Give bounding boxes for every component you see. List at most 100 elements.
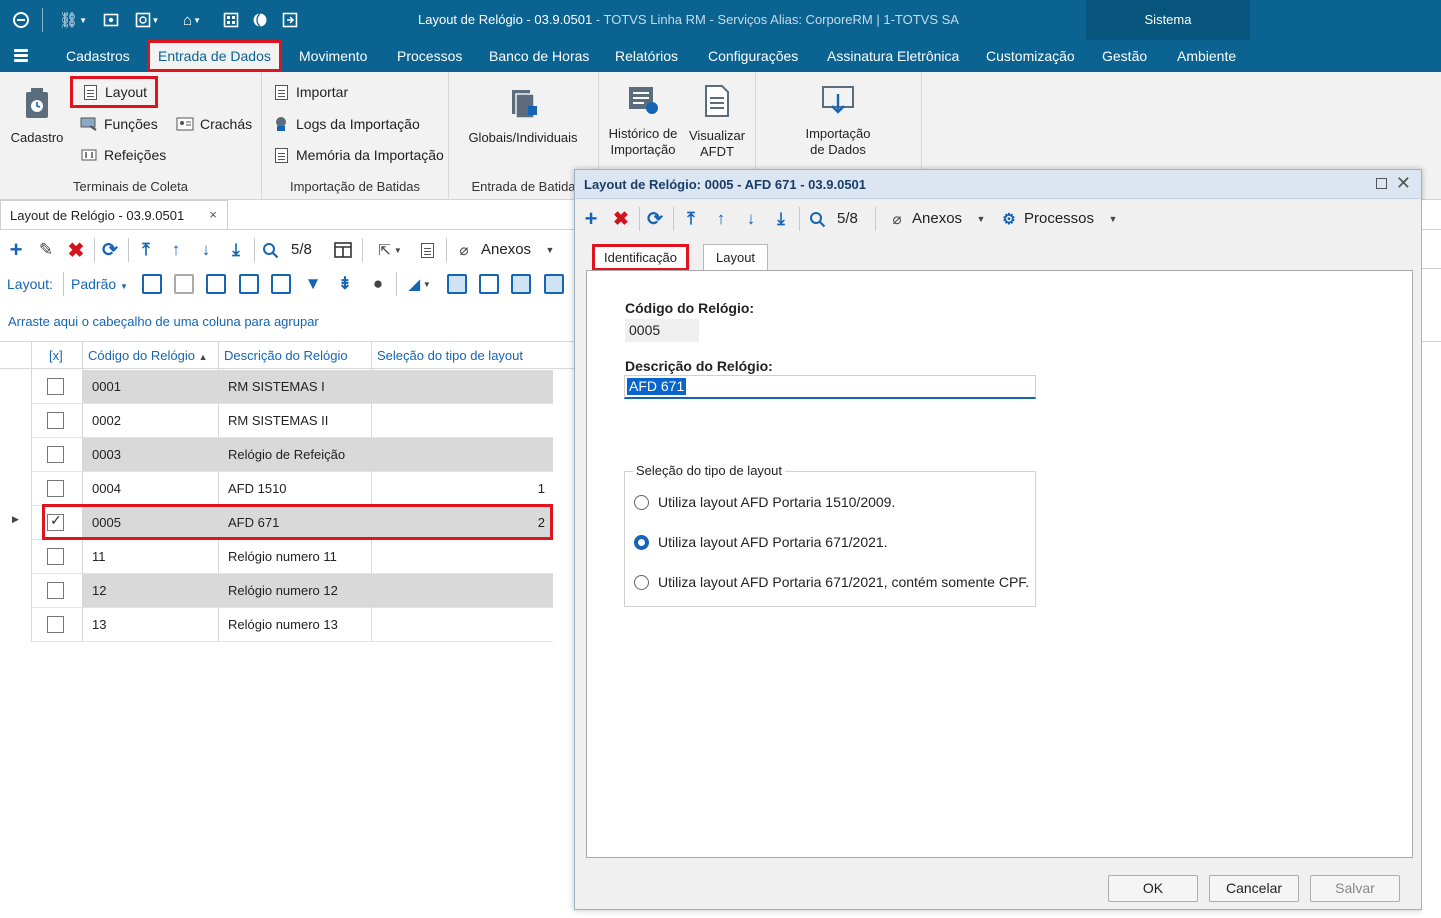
importar-button[interactable]: Importar (272, 80, 348, 104)
row-descricao-cell[interactable]: Relógio numero 13 (218, 608, 371, 642)
dialog-previous-icon[interactable]: ↑ (709, 203, 733, 235)
row-codigo-cell[interactable]: 11 (82, 540, 218, 574)
column-header-tipo-layout[interactable]: Seleção do tipo de layout (371, 342, 553, 370)
home-icon[interactable]: ⌂ ▼ (175, 9, 209, 31)
tab-layout[interactable]: Layout (703, 244, 769, 271)
dialog-last-icon[interactable]: ⤓ (769, 203, 793, 235)
dialog-paperclip-icon[interactable]: ⌀ (887, 203, 907, 235)
row-checkbox[interactable] (47, 446, 64, 463)
column-header-select[interactable]: [x] (31, 342, 82, 370)
import-layout-icon[interactable] (239, 274, 259, 294)
table-row[interactable]: 0003 Relógio de Refeição (0, 438, 553, 472)
dialog-search-icon[interactable] (805, 203, 829, 235)
dialog-anexos-menu[interactable]: Anexos (912, 203, 962, 235)
historico-importacao-button[interactable]: Histórico de Importação (605, 84, 681, 158)
row-codigo-cell[interactable]: 12 (82, 574, 218, 608)
salvar-button[interactable]: Salvar (1310, 875, 1400, 902)
dialog-add-icon[interactable]: + (579, 203, 603, 235)
cancelar-button[interactable]: Cancelar (1209, 875, 1299, 902)
anexos-menu[interactable]: Anexos (481, 234, 531, 266)
layout-button[interactable]: Layout (70, 76, 159, 108)
row-checkbox[interactable] (47, 378, 64, 395)
radio-afd-671[interactable]: Utiliza layout AFD Portaria 671/2021. (634, 532, 888, 552)
dialog-delete-icon[interactable]: ✖ (609, 203, 633, 235)
row-tipo-layout-cell[interactable] (371, 404, 553, 438)
radio-afd-1510-button[interactable] (634, 494, 649, 510)
gear-icon[interactable]: ⚙ (999, 203, 1019, 235)
menu-gestao[interactable]: Gestão (1102, 40, 1147, 72)
menu-entrada-de-dados[interactable]: Entrada de Dados (147, 40, 282, 72)
row-codigo-cell[interactable]: 13 (82, 608, 218, 642)
view-mode-1-icon[interactable] (447, 274, 467, 294)
table-row[interactable]: 12 Relógio numero 12 (0, 574, 553, 608)
row-checkbox[interactable] (47, 616, 64, 633)
menu-ambiente[interactable]: Ambiente (1177, 40, 1236, 72)
previous-record-icon[interactable]: ↑ (164, 234, 188, 266)
columns-icon[interactable] (330, 234, 356, 266)
table-row[interactable]: 0004 AFD 1510 1 (0, 472, 553, 506)
row-tipo-layout-cell[interactable]: 1 (371, 472, 553, 506)
dialog-anexos-dropdown-icon[interactable]: ▼ (973, 203, 989, 235)
row-checkbox[interactable] (47, 480, 64, 497)
dialog-first-icon[interactable]: ⤒ (679, 203, 703, 235)
anexos-dropdown-icon[interactable]: ▼ (541, 234, 559, 266)
save-layout-icon[interactable] (206, 274, 226, 294)
row-tipo-layout-cell[interactable] (371, 540, 553, 574)
export-icon[interactable]: ⇱ ▼ (370, 234, 410, 266)
dashboard-icon[interactable]: ▼ (130, 9, 164, 31)
refresh-icon[interactable]: ⟳ (98, 234, 122, 266)
table-row[interactable]: 11 Relógio numero 11 (0, 540, 553, 574)
row-checkbox[interactable] (47, 548, 64, 565)
paperclip-icon[interactable]: ⌀ (454, 234, 474, 266)
chart-icon[interactable]: ◢ ▼ (402, 268, 438, 300)
edit-icon[interactable]: ✎ (34, 234, 58, 266)
dialog-next-icon[interactable]: ↓ (739, 203, 763, 235)
export-layout-icon[interactable] (271, 274, 291, 294)
first-record-icon[interactable]: ⤒ (134, 234, 158, 266)
row-codigo-cell[interactable]: 0001 (82, 370, 218, 404)
report-icon[interactable] (416, 234, 438, 266)
row-descricao-cell[interactable]: Relógio numero 12 (218, 574, 371, 608)
importacao-de-dados-button[interactable]: Importação de Dados (776, 84, 900, 158)
menu-assinatura-eletronica[interactable]: Assinatura Eletrônica (827, 40, 959, 72)
descricao-field[interactable]: AFD 671 (624, 375, 1036, 399)
menu-banco-de-horas[interactable]: Banco de Horas (489, 40, 589, 72)
view-mode-4-icon[interactable] (544, 274, 564, 294)
next-record-icon[interactable]: ↓ (194, 234, 218, 266)
logs-importacao-button[interactable]: Logs da Importação (272, 112, 420, 136)
view-mode-3-icon[interactable] (511, 274, 531, 294)
hierarchy-icon[interactable]: ⛓ ▼ (56, 9, 90, 31)
row-codigo-cell[interactable]: 0003 (82, 438, 218, 472)
row-checkbox[interactable] (47, 582, 64, 599)
document-tab[interactable]: Layout de Relógio - 03.9.0501 × (0, 200, 228, 230)
last-record-icon[interactable]: ⤓ (224, 234, 248, 266)
row-descricao-cell[interactable]: AFD 1510 (218, 472, 371, 506)
menu-customizacao[interactable]: Customização (986, 40, 1075, 72)
globais-individuais-button[interactable]: Globais/Individuais (457, 86, 589, 146)
radio-afd-671-cpf-button[interactable] (634, 574, 649, 590)
app-menu-icon[interactable] (14, 47, 32, 65)
menu-movimento[interactable]: Movimento (299, 40, 367, 72)
memoria-importacao-button[interactable]: Memória da Importação (272, 143, 444, 167)
globe-icon[interactable] (249, 9, 271, 31)
table-row[interactable]: 0002 RM SISTEMAS II (0, 404, 553, 438)
close-tab-icon[interactable]: × (209, 207, 217, 222)
column-header-descricao[interactable]: Descrição do Relógio (218, 342, 371, 370)
pin-icon[interactable]: ⇟ (334, 268, 356, 300)
row-descricao-cell[interactable]: RM SISTEMAS I (218, 370, 371, 404)
dialog-close-icon[interactable]: ✕ (1396, 173, 1411, 194)
refeicoes-button[interactable]: Refeições (80, 143, 166, 167)
layout-padrao-dropdown[interactable]: Padrão ▼ (71, 268, 128, 300)
funcoes-button[interactable]: Funções (80, 112, 158, 136)
ok-button[interactable]: OK (1108, 875, 1198, 902)
row-tipo-layout-cell[interactable] (371, 370, 553, 404)
window-icon[interactable] (100, 9, 122, 31)
radio-afd-1510[interactable]: Utiliza layout AFD Portaria 1510/2009. (634, 492, 895, 512)
row-descricao-cell[interactable]: RM SISTEMAS II (218, 404, 371, 438)
column-header-codigo[interactable]: Código do Relógio ▲ (82, 342, 218, 370)
row-codigo-cell[interactable]: 0004 (82, 472, 218, 506)
grid-view-icon[interactable] (220, 9, 242, 31)
row-descricao-cell[interactable]: Relógio numero 11 (218, 540, 371, 574)
add-icon[interactable]: + (4, 234, 28, 266)
table-row[interactable]: 13 Relógio numero 13 (0, 608, 553, 642)
